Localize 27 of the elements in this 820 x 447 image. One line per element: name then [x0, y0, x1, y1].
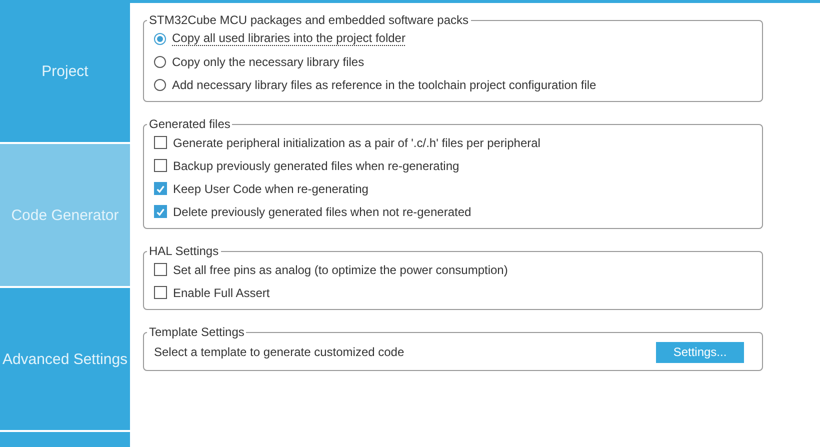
option-label: Delete previously generated files when not re-generated — [173, 204, 472, 218]
radio-button[interactable] — [154, 56, 166, 68]
checkbox[interactable] — [154, 136, 167, 149]
sidebar-item[interactable]: Code Generator — [0, 144, 130, 286]
checkbox[interactable] — [154, 286, 167, 299]
option-label: Backup previously generated files when re-generating — [173, 158, 460, 172]
sidebar-item[interactable]: Project — [0, 0, 130, 142]
group-title: STM32Cube MCU packages and embedded software packs — [148, 13, 470, 27]
radio-button[interactable] — [154, 78, 166, 90]
radio-button[interactable] — [154, 32, 166, 44]
option-label: Copy only the necessary library files — [172, 54, 364, 68]
settings-button[interactable]: Settings... — [656, 342, 744, 362]
option-label: Set all free pins as analog (to optimize the power consumption) — [173, 262, 508, 276]
checkbox[interactable] — [154, 263, 167, 276]
group-title: Generated files — [148, 117, 232, 131]
checkbox[interactable] — [154, 205, 167, 218]
option-label: Add necessary library files as reference in the toolchain project configuration file — [172, 78, 596, 92]
sidebar-item[interactable]: Advanced Settings — [0, 288, 130, 430]
checkbox[interactable] — [154, 182, 167, 195]
group-title: Template Settings — [148, 325, 246, 339]
template-text: Select a template to generate customized code — [154, 345, 404, 359]
checkbox[interactable] — [154, 159, 167, 172]
group-title: HAL Settings — [148, 244, 220, 258]
option-label: Copy all used libraries into the project folder — [172, 31, 406, 46]
option-label: Keep User Code when re-generating — [173, 182, 368, 196]
option-label: Generate peripheral initialization as a pair of '.c/.h' files per peripheral — [173, 136, 540, 150]
option-label: Enable Full Assert — [173, 286, 270, 300]
